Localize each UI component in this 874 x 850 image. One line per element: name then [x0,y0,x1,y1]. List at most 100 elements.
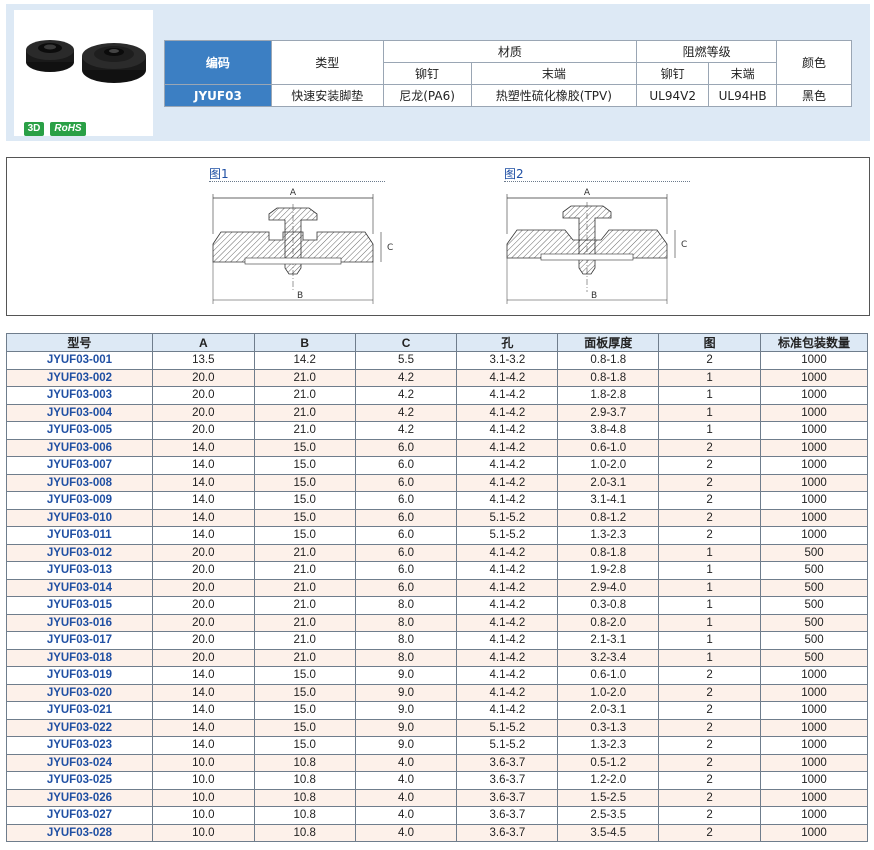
header-a: A [151,333,255,352]
model-cell: JYUF03-007 [6,456,153,475]
table-cell: 2 [658,771,762,790]
figure-2-drawing: A C B [506,188,687,304]
fig1-dim-c: C [387,243,393,253]
table-cell: 20.0 [151,561,255,580]
table-cell: 0.6-1.0 [557,439,660,457]
table-cell: 21.0 [253,614,356,632]
table-cell: 0.8-1.8 [557,369,660,387]
table-row: JYUF03-010 14.0 15.0 6.0 5.1-5.2 0.8-1.2 2 1000 [6,509,868,527]
table-cell: 10.0 [151,771,255,790]
table-cell: 2 [658,736,762,755]
spec-rivet-material: 尼龙(PA6) [382,84,472,107]
table-cell: 8.0 [354,649,458,667]
table-cell: 4.0 [354,771,458,790]
table-cell: 1000 [760,386,868,405]
spec-header-code: 编码 [164,40,272,85]
table-cell: 1.3-2.3 [557,526,660,545]
table-row: JYUF03-001 13.5 14.2 5.5 3.1-3.2 0.8-1.8 2 1000 [6,351,868,370]
spec-code-value: JYUF03 [164,84,272,107]
table-row: JYUF03-008 14.0 15.0 6.0 4.1-4.2 2.0-3.1 2 1000 [6,474,868,492]
table-cell: 1000 [760,351,868,370]
table-cell: 4.1-4.2 [456,666,559,685]
table-cell: 1000 [760,456,868,475]
table-row: JYUF03-018 20.0 21.0 8.0 4.1-4.2 3.2-3.4 1 500 [6,649,868,667]
table-cell: 10.8 [253,789,356,807]
table-cell: 14.0 [151,666,255,685]
table-cell: 4.1-4.2 [456,404,559,422]
table-cell: 1 [658,631,762,650]
table-cell: 15.0 [253,736,356,755]
figure-1-label: 图1 [209,167,229,181]
table-cell: 15.0 [253,719,356,737]
product-photo: 3D RoHS [14,10,153,136]
table-cell: 2 [658,789,762,807]
table-cell: 3.6-3.7 [456,771,559,790]
table-row: JYUF03-007 14.0 15.0 6.0 4.1-4.2 1.0-2.0 2 1000 [6,456,868,475]
table-row: JYUF03-015 20.0 21.0 8.0 4.1-4.2 0.3-0.8 1 500 [6,596,868,615]
table-cell: 2 [658,509,762,527]
table-cell: 500 [760,631,868,650]
table-cell: 0.6-1.0 [557,666,660,685]
model-cell: JYUF03-021 [6,701,153,720]
table-cell: 9.0 [354,719,458,737]
table-cell: 8.0 [354,631,458,650]
table-cell: 14.0 [151,439,255,457]
table-cell: 10.8 [253,806,356,825]
table-cell: 1000 [760,491,868,510]
table-cell: 4.1-4.2 [456,544,559,562]
table-cell: 5.1-5.2 [456,736,559,755]
table-cell: 1000 [760,439,868,457]
table-cell: 1000 [760,526,868,545]
table-cell: 2 [658,754,762,772]
table-cell: 3.6-3.7 [456,806,559,825]
table-cell: 500 [760,544,868,562]
table-cell: 0.3-0.8 [557,596,660,615]
table-row: JYUF03-024 10.0 10.8 4.0 3.6-3.7 0.5-1.2 2 1000 [6,754,868,772]
table-cell: 4.1-4.2 [456,386,559,405]
table-cell: 2.1-3.1 [557,631,660,650]
spec-end-material: 热塑性硫化橡胶(TPV) [470,84,638,107]
table-cell: 8.0 [354,596,458,615]
table-cell: 2 [658,824,762,842]
table-row: JYUF03-028 10.0 10.8 4.0 3.6-3.7 3.5-4.5 2 1000 [6,824,868,842]
table-cell: 3.1-4.1 [557,491,660,510]
rubber-foot-image [26,40,146,83]
fig2-dim-b: B [591,291,597,301]
table-cell: 1000 [760,824,868,842]
table-cell: 15.0 [253,509,356,527]
table-cell: 1 [658,369,762,387]
table-cell: 1000 [760,509,868,527]
model-cell: JYUF03-018 [6,649,153,667]
table-cell: 14.0 [151,701,255,720]
model-cell: JYUF03-008 [6,474,153,492]
figure-1-drawing: A C B [212,188,393,304]
model-cell: JYUF03-023 [6,736,153,755]
model-table: 型号 A B C 孔 面板厚度 图 标准包装数量 JYUF03-001 13.5 1… [6,333,868,842]
table-cell: 6.0 [354,456,458,475]
table-cell: 0.8-1.8 [557,544,660,562]
table-cell: 21.0 [253,369,356,387]
table-row: JYUF03-021 14.0 15.0 9.0 4.1-4.2 2.0-3.1 2 1000 [6,701,868,720]
table-cell: 1000 [760,684,868,702]
table-cell: 1 [658,614,762,632]
table-row: JYUF03-003 20.0 21.0 4.2 4.1-4.2 1.8-2.8 1 1000 [6,386,868,405]
table-cell: 2 [658,719,762,737]
table-cell: 1.0-2.0 [557,684,660,702]
table-cell: 0.8-1.8 [557,351,660,370]
table-cell: 20.0 [151,649,255,667]
table-cell: 21.0 [253,421,356,440]
spec-header-type: 类型 [270,40,384,85]
table-cell: 9.0 [354,666,458,685]
table-cell: 2 [658,666,762,685]
figure-2-label: 图2 [504,167,524,181]
table-cell: 4.1-4.2 [456,579,559,597]
table-cell: 4.1-4.2 [456,369,559,387]
table-cell: 1000 [760,736,868,755]
model-cell: JYUF03-026 [6,789,153,807]
table-cell: 3.6-3.7 [456,824,559,842]
table-cell: 1000 [760,666,868,685]
table-row: JYUF03-022 14.0 15.0 9.0 5.1-5.2 0.3-1.3 2 1000 [6,719,868,737]
table-cell: 10.8 [253,754,356,772]
table-cell: 4.0 [354,789,458,807]
table-cell: 4.1-4.2 [456,614,559,632]
